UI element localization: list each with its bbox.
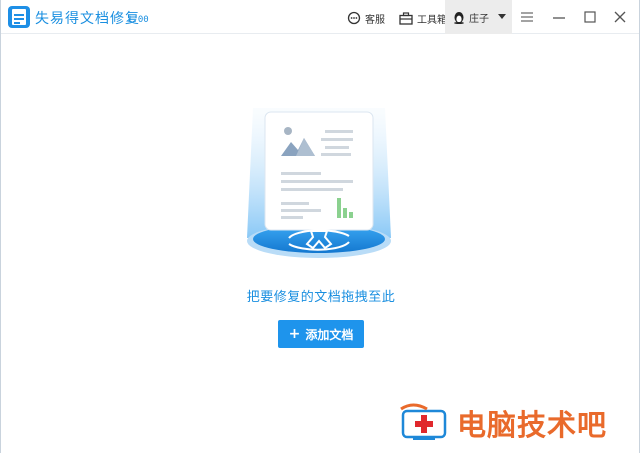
minimize-icon[interactable] — [551, 9, 567, 25]
service-button[interactable]: 客服 — [347, 9, 385, 27]
toolbox-icon — [399, 11, 413, 25]
hamburger-menu-icon[interactable] — [519, 9, 535, 25]
chat-bubble-icon — [347, 11, 361, 25]
toolbox-label: 工具箱 — [417, 14, 447, 26]
close-icon[interactable] — [612, 9, 628, 25]
document-drop-illustration[interactable] — [241, 98, 397, 268]
toolbox-button[interactable]: 工具箱 — [399, 9, 447, 27]
penguin-icon — [454, 12, 464, 24]
title-bar: 失易得文档修复 1.00 客服 工具箱 庄子 — [1, 0, 639, 34]
app-window: 失易得文档修复 1.00 客服 工具箱 庄子 把要修复的文档拖拽至此 + 添加文… — [0, 0, 640, 453]
maximize-icon[interactable] — [582, 9, 598, 25]
add-document-label: 添加文档 — [305, 327, 354, 342]
plus-icon: + — [288, 326, 301, 342]
watermark-text: 电脑技术吧 — [457, 408, 608, 442]
add-document-button[interactable]: + 添加文档 — [278, 320, 364, 348]
user-name: 庄子 — [469, 13, 489, 25]
drop-hint-text: 把要修复的文档拖拽至此 — [246, 290, 396, 305]
service-label: 客服 — [365, 14, 385, 26]
watermark-logo-icon — [400, 403, 447, 440]
app-version: 1.00 — [127, 15, 149, 25]
user-menu[interactable]: 庄子 — [445, 0, 512, 34]
app-title: 失易得文档修复 — [35, 11, 140, 27]
chevron-down-icon — [498, 14, 506, 19]
app-logo-icon — [8, 6, 30, 28]
watermark: 电脑技术吧 — [399, 402, 637, 444]
